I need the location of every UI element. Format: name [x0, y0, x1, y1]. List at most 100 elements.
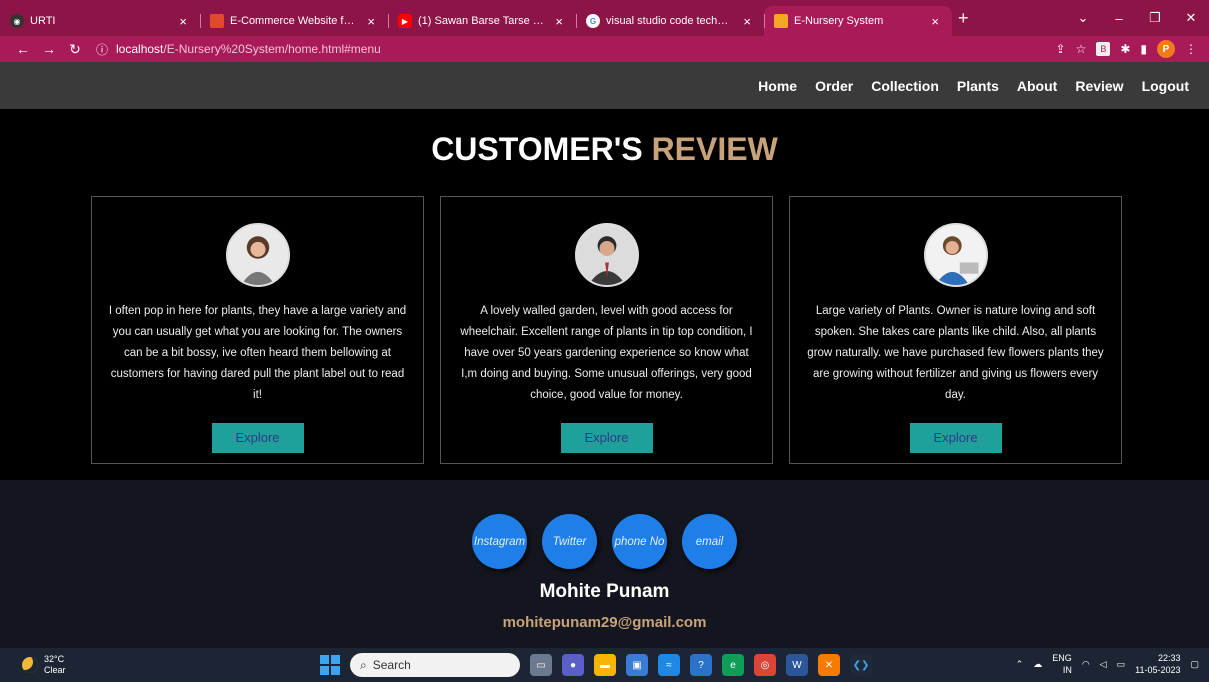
- site-footer: Instagram Twitter phone No email Mohite …: [0, 480, 1209, 648]
- minimize-icon[interactable]: –: [1101, 11, 1137, 26]
- language-indicator[interactable]: ENG IN: [1052, 652, 1072, 676]
- close-icon[interactable]: ×: [740, 14, 754, 29]
- phone-link[interactable]: phone No: [612, 514, 667, 569]
- wifi-icon[interactable]: ◠: [1082, 659, 1090, 670]
- tab-urti[interactable]: ◉ URTI ×: [0, 6, 200, 36]
- browser-tab-bar: ◉ URTI × E-Commerce Website for Online ×…: [0, 0, 1209, 36]
- help-icon[interactable]: ?: [690, 654, 712, 676]
- title-main: CUSTOMER'S: [431, 131, 643, 167]
- windows-start-icon[interactable]: [320, 655, 340, 675]
- close-window-icon[interactable]: ✕: [1173, 10, 1209, 26]
- review-card: I often pop in here for plants, they hav…: [91, 196, 424, 464]
- review-text: Large variety of Plants. Owner is nature…: [807, 305, 1104, 401]
- new-tab-button[interactable]: +: [958, 8, 969, 29]
- search-placeholder: Search: [372, 658, 411, 672]
- search-icon: ⌕: [360, 657, 367, 672]
- globe-icon: ◉: [10, 14, 24, 28]
- site-navbar: Home Order Collection Plants About Revie…: [0, 62, 1209, 109]
- url-field[interactable]: ⓘ localhost/E-Nursery%20System/home.html…: [96, 41, 1056, 58]
- youtube-icon: ▶: [398, 14, 412, 28]
- file-explorer-icon[interactable]: ▬: [594, 654, 616, 676]
- explore-button[interactable]: Explore: [211, 423, 304, 453]
- word-icon[interactable]: W: [786, 654, 808, 676]
- email-link[interactable]: email: [682, 514, 737, 569]
- notification-icon[interactable]: ▢: [1190, 659, 1199, 670]
- temperature: 32°C: [44, 654, 65, 664]
- tab-google[interactable]: G visual studio code technology - ×: [576, 6, 764, 36]
- nav-about[interactable]: About: [1017, 78, 1057, 94]
- extensions-puzzle-icon[interactable]: ✱: [1120, 42, 1130, 56]
- mysql-icon[interactable]: ≈: [658, 654, 680, 676]
- sidepanel-icon[interactable]: ▮: [1140, 42, 1147, 56]
- review-card: A lovely walled garden, level with good …: [440, 196, 773, 464]
- nav-logout[interactable]: Logout: [1142, 78, 1189, 94]
- system-tray: ⌃ ☁ ENG IN ◠ ◁ ▭ 22:33 11-05-2023 ▢: [1016, 652, 1199, 676]
- info-icon[interactable]: ⓘ: [96, 41, 108, 58]
- nav-collection[interactable]: Collection: [871, 78, 939, 94]
- tab-youtube[interactable]: ▶ (1) Sawan Barse Tarse Dil 1080P ×: [388, 6, 576, 36]
- close-icon[interactable]: ×: [552, 14, 566, 29]
- edge-icon[interactable]: e: [722, 654, 744, 676]
- social-links: Instagram Twitter phone No email: [0, 514, 1209, 569]
- tab-search-icon[interactable]: ⌄: [1065, 10, 1101, 26]
- task-view-icon[interactable]: ▭: [530, 654, 552, 676]
- twitter-link[interactable]: Twitter: [542, 514, 597, 569]
- moon-icon: [22, 657, 38, 673]
- nav-plants[interactable]: Plants: [957, 78, 999, 94]
- nav-home[interactable]: Home: [758, 78, 797, 94]
- chrome-icon[interactable]: ◎: [754, 654, 776, 676]
- tab-enursery[interactable]: E-Nursery System ×: [764, 6, 952, 36]
- bookmark-star-icon[interactable]: ☆: [1076, 42, 1087, 56]
- explore-button[interactable]: Explore: [909, 423, 1002, 453]
- section-title: CUSTOMER'S REVIEW: [0, 131, 1209, 168]
- page-content: Home Order Collection Plants About Revie…: [0, 62, 1209, 648]
- tab-ecommerce[interactable]: E-Commerce Website for Online ×: [200, 6, 388, 36]
- clock[interactable]: 22:33 11-05-2023: [1135, 652, 1180, 676]
- profile-avatar[interactable]: P: [1157, 40, 1175, 58]
- clock-date: 11-05-2023: [1135, 665, 1181, 675]
- site-icon: [210, 14, 224, 28]
- reviewer-avatar: [574, 223, 639, 287]
- share-icon[interactable]: ⇪: [1056, 42, 1066, 56]
- teams-icon[interactable]: ●: [562, 654, 584, 676]
- weather-condition: Clear: [44, 665, 66, 675]
- review-text: A lovely walled garden, level with good …: [460, 305, 753, 401]
- close-icon[interactable]: ×: [928, 14, 942, 29]
- tab-label: URTI: [30, 15, 56, 27]
- weather-widget[interactable]: 32°C Clear: [22, 654, 66, 676]
- close-icon[interactable]: ×: [176, 14, 190, 29]
- battery-icon[interactable]: ▭: [1117, 659, 1126, 670]
- extension-icon[interactable]: B: [1096, 42, 1111, 56]
- owner-name: Mohite Punam: [539, 581, 670, 602]
- google-icon: G: [586, 14, 600, 28]
- site-icon: [774, 14, 788, 28]
- nav-review[interactable]: Review: [1075, 78, 1123, 94]
- windows-taskbar: 32°C Clear ⌕ Search ▭ ● ▬ ▣ ≈ ? e ◎ W ✕ …: [0, 648, 1209, 682]
- tab-label: E-Nursery System: [794, 15, 884, 27]
- review-card: Large variety of Plants. Owner is nature…: [789, 196, 1122, 464]
- vscode-icon[interactable]: ❮❯: [850, 654, 872, 676]
- explore-button[interactable]: Explore: [560, 423, 653, 453]
- cloud-icon[interactable]: ☁: [1033, 659, 1042, 670]
- reviewer-avatar: [225, 223, 290, 287]
- store-icon[interactable]: ▣: [626, 654, 648, 676]
- taskbar-search[interactable]: ⌕ Search: [350, 653, 520, 677]
- instagram-link[interactable]: Instagram: [472, 514, 527, 569]
- nav-order[interactable]: Order: [815, 78, 853, 94]
- url-host: localhost: [116, 42, 164, 56]
- reload-icon[interactable]: ↻: [62, 41, 88, 58]
- xampp-icon[interactable]: ✕: [818, 654, 840, 676]
- reviewer-avatar: [923, 223, 988, 287]
- volume-icon[interactable]: ◁: [1100, 659, 1107, 670]
- tab-label: visual studio code technology -: [606, 15, 734, 27]
- forward-icon[interactable]: →: [36, 41, 62, 57]
- review-cards: I often pop in here for plants, they hav…: [91, 196, 1122, 464]
- menu-kebab-icon[interactable]: ⋮: [1185, 42, 1197, 56]
- restore-icon[interactable]: ❐: [1137, 10, 1173, 26]
- owner-email: mohitepunam29@gmail.com: [502, 614, 707, 631]
- window-controls: ⌄ – ❐ ✕: [1065, 0, 1209, 36]
- tab-label: E-Commerce Website for Online: [230, 15, 358, 27]
- back-icon[interactable]: ←: [10, 41, 36, 57]
- close-icon[interactable]: ×: [364, 14, 378, 29]
- tray-chevron-icon[interactable]: ⌃: [1016, 659, 1024, 670]
